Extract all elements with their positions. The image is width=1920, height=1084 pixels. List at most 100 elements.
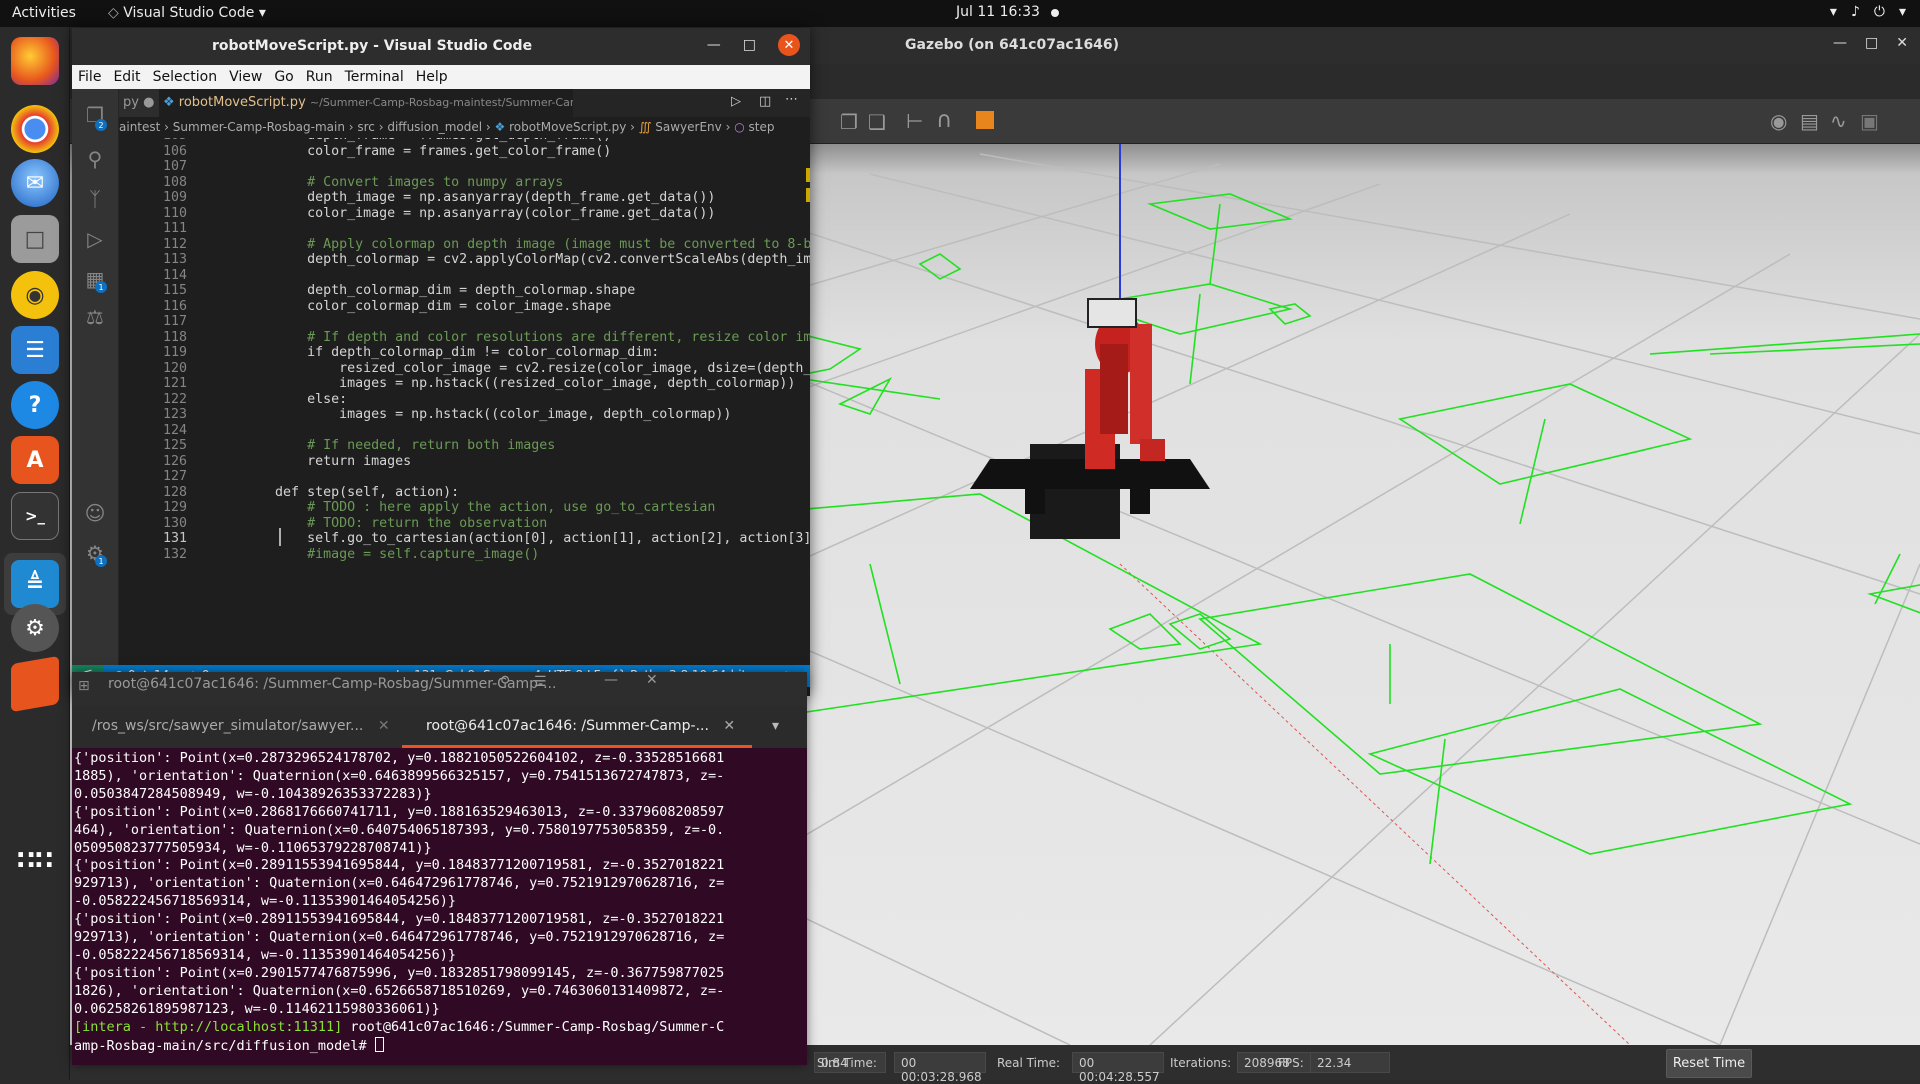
files-icon[interactable]: □ [11, 215, 59, 263]
terminal-titlebar[interactable]: ⊞ root@641c07ac1646: /Summer-Camp-Rosbag… [72, 672, 807, 706]
source-control-icon[interactable]: ᛉ [83, 187, 107, 211]
terminal-icon[interactable]: >_ [11, 492, 59, 540]
plot-icon[interactable]: ∿ [1830, 109, 1847, 133]
sawyer-robot [970, 298, 1210, 539]
tab-previous[interactable]: py ● [119, 89, 159, 117]
minimize-icon[interactable]: — [1833, 35, 1847, 51]
vscode-icon[interactable]: ≜ [11, 560, 59, 608]
terminal-line: -0.058222456718569314, w=-0.113539014640… [74, 893, 457, 910]
menu-go[interactable]: Go [268, 69, 299, 85]
terminal-line: {'position': Point(x=0.2901577476875996,… [74, 964, 725, 981]
menu-terminal[interactable]: Terminal [339, 69, 410, 85]
software-icon[interactable]: A [11, 436, 59, 484]
breadcrumb-item[interactable]: aintest [119, 120, 160, 134]
align-icon[interactable]: ⊢ [906, 109, 923, 133]
real-time-label: Real Time: [997, 1056, 1061, 1070]
tabs-dropdown-icon[interactable]: ▾ [772, 718, 779, 734]
testing-icon[interactable]: ⚖ [83, 305, 107, 329]
video-icon[interactable]: ▣ [1860, 109, 1879, 133]
volume-icon: ♪ [1850, 4, 1860, 20]
more-actions-icon[interactable]: ⋯ [785, 92, 798, 107]
terminal-tab-2-label: root@641c07ac1646: /Summer-Camp-... [426, 718, 709, 734]
line-number: 129 [162, 500, 187, 515]
screenshot-icon[interactable]: ◉ [1770, 109, 1787, 133]
tab-close-icon[interactable]: ✕ [378, 718, 390, 734]
minimize-icon[interactable]: — [707, 37, 721, 53]
line-number: 108 [162, 174, 187, 190]
close-icon[interactable]: ✕ [1896, 35, 1908, 51]
activity-bar: ❐ 2 ⚲ ᛉ ▷ ▦ 1 ⚖ ☺ ⚙ 1 [72, 89, 119, 665]
code-line: # TODO: return the observation [211, 515, 548, 531]
terminal-line: -0.058222456718569314, w=-0.113539014640… [74, 946, 457, 963]
snap-icon[interactable]: ∩ [936, 108, 952, 133]
line-number: 120 [162, 360, 187, 376]
tab-close-icon[interactable]: ✕ [723, 718, 735, 734]
breadcrumb-item[interactable]: SawyerEnv [655, 120, 722, 134]
paste-icon[interactable]: ❑ [868, 110, 886, 134]
code-line: # Convert images to numpy arrays [211, 174, 564, 190]
show-apps-icon[interactable]: ∷∷ [11, 837, 59, 885]
gazebo-app-icon[interactable] [11, 655, 59, 713]
help-icon[interactable]: ? [11, 381, 59, 429]
copy-icon[interactable]: ❐ [840, 110, 858, 134]
line-number: 114 [162, 267, 187, 283]
chrome-icon[interactable] [11, 105, 59, 153]
close-icon[interactable]: ✕ [646, 672, 658, 688]
log-icon[interactable]: ▤ [1800, 109, 1819, 133]
menu-file[interactable]: File [72, 69, 107, 85]
menu-run[interactable]: Run [300, 69, 339, 85]
code-line: depth_colormap = cv2.applyColorMap(cv2.c… [211, 252, 810, 267]
breadcrumb: aintest › Summer-Camp-Rosbag-main › src … [119, 117, 810, 138]
shape-icon[interactable] [976, 111, 994, 129]
writer-icon[interactable]: ☰ [11, 326, 59, 374]
thunderbird-icon[interactable]: ✉ [11, 159, 59, 207]
vscode-window: robotMoveScript.py - Visual Studio Code … [72, 28, 810, 696]
breadcrumb-item[interactable]: src [357, 120, 375, 134]
terminal-output[interactable]: {'position': Point(x=0.2873296524178702,… [72, 748, 807, 1065]
vscode-small-icon: ◇ [108, 5, 119, 21]
new-tab-icon[interactable]: ⊞ [78, 678, 90, 694]
terminal-line: 929713), 'orientation': Quaternion(x=0.6… [74, 875, 725, 892]
firefox-icon[interactable] [11, 37, 59, 85]
search-icon[interactable]: ⚲ [500, 674, 510, 690]
breadcrumb-item[interactable]: robotMoveScript.py [509, 120, 626, 134]
maximize-icon[interactable]: □ [743, 37, 756, 53]
run-file-icon[interactable]: ▷ [731, 94, 741, 109]
terminal-window: ⊞ root@641c07ac1646: /Summer-Camp-Rosbag… [72, 672, 807, 1065]
terminal-line: 0.0503847284508949, w=-0.104389263533722… [74, 785, 432, 802]
reset-time-button[interactable]: Reset Time [1666, 1049, 1752, 1078]
rhythmbox-icon[interactable]: ◉ [11, 271, 59, 319]
minimize-icon[interactable]: — [604, 672, 618, 688]
terminal-tab-2[interactable]: root@641c07ac1646: /Summer-Camp-... ✕ [402, 706, 752, 748]
terminal-tab-1[interactable]: /ros_ws/src/sawyer_simulator/sawyer... ✕ [72, 706, 402, 748]
vscode-titlebar[interactable]: robotMoveScript.py - Visual Studio Code … [72, 28, 810, 65]
split-editor-icon[interactable]: ◫ [759, 94, 771, 109]
menu-view[interactable]: View [223, 69, 268, 85]
system-tray[interactable]: ▾ ♪ ⏻ ▾ [1830, 4, 1906, 20]
account-icon[interactable]: ☺ [83, 501, 107, 525]
hamburger-menu-icon[interactable]: ☰ [534, 674, 547, 690]
terminal-line: {'position': Point(x=0.2873296524178702,… [74, 750, 725, 766]
app-menu[interactable]: ◇ Visual Studio Code ▾ [108, 5, 266, 21]
code-line: resized_color_image = cv2.resize(color_i… [211, 360, 810, 376]
code-editor[interactable]: 105 depth_frame = frames.get_depth_frame… [119, 138, 810, 665]
search-icon[interactable]: ⚲ [83, 147, 107, 171]
breadcrumb-item[interactable]: diffusion_model [387, 120, 482, 134]
vscode-title: robotMoveScript.py - Visual Studio Code [211, 38, 533, 54]
maximize-icon[interactable]: □ [1865, 35, 1878, 51]
tab-robotmovescript[interactable]: ❖ robotMoveScript.py ~/Summer-Camp-Rosba… [159, 89, 573, 117]
breadcrumb-item[interactable]: step [749, 120, 775, 134]
breadcrumb-item[interactable]: Summer-Camp-Rosbag-main [173, 120, 345, 134]
activities-button[interactable]: Activities [12, 5, 76, 21]
menu-edit[interactable]: Edit [107, 69, 146, 85]
menu-selection[interactable]: Selection [147, 69, 224, 85]
menu-help[interactable]: Help [410, 69, 454, 85]
code-line: return images [211, 453, 412, 469]
close-icon[interactable]: ✕ [778, 34, 800, 56]
clock[interactable]: Jul 11 16:33 [956, 4, 1040, 20]
prompt-env: [intera - http://localhost:11311] [74, 1018, 343, 1035]
settings-app-icon[interactable]: ⚙ [11, 604, 59, 652]
code-line: color_colormap_dim = color_image.shape [211, 298, 612, 314]
run-debug-icon[interactable]: ▷ [83, 227, 107, 251]
app-menu-label: Visual Studio Code [123, 5, 255, 21]
